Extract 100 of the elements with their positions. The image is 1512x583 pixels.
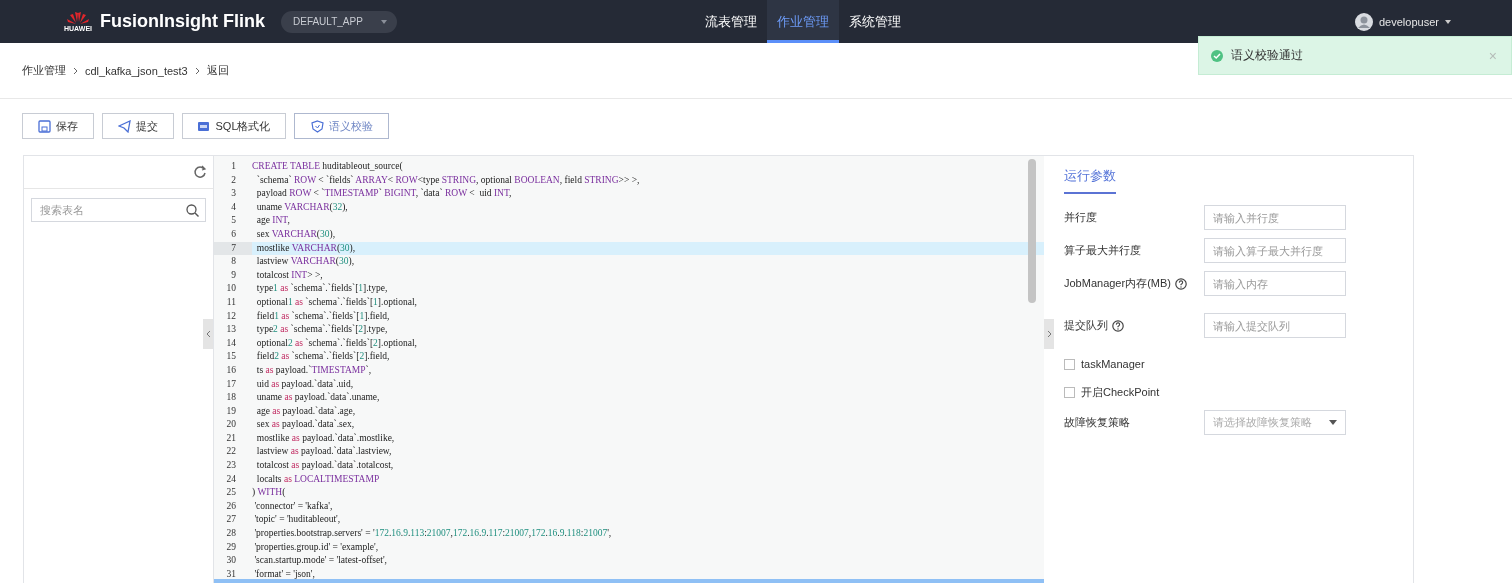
shield-icon bbox=[310, 119, 324, 133]
code-line: age as payload.`data`.age, bbox=[255, 404, 356, 418]
line-number: 29 bbox=[225, 540, 237, 554]
line-number: 12 bbox=[225, 309, 237, 323]
code-line: 'format' = 'json', bbox=[253, 567, 315, 581]
line-number: 17 bbox=[225, 377, 237, 391]
line-number: 24 bbox=[225, 472, 237, 486]
line-number: 19 bbox=[225, 404, 237, 418]
line-number: 22 bbox=[225, 445, 237, 459]
field-label: 提交队列 bbox=[1064, 318, 1108, 333]
code-line: lastview as payload.`data`.lastview, bbox=[255, 445, 392, 459]
caret-icon bbox=[1329, 420, 1337, 425]
field-label: 并行度 bbox=[1064, 210, 1097, 225]
code-line: age INT, bbox=[255, 214, 290, 228]
line-number: 14 bbox=[225, 336, 237, 350]
checkbox[interactable] bbox=[1064, 386, 1075, 398]
code-line: mostlike as payload.`data`.mostlike, bbox=[255, 431, 395, 445]
code-line: localts as LOCALTIMESTAMP bbox=[255, 472, 380, 486]
collapse-handle[interactable] bbox=[1044, 319, 1054, 349]
line-number: 1 bbox=[230, 160, 237, 173]
caret-icon bbox=[380, 19, 387, 24]
code-line: optional2 as `schema`.`fields`[2].optional, bbox=[255, 336, 417, 350]
line-number: 4 bbox=[230, 200, 237, 214]
code-line: ts as payload.`TIMESTAMP`, bbox=[255, 363, 372, 377]
chevron-icon bbox=[1046, 330, 1052, 338]
breadcrumb-link[interactable]: 作业管理 bbox=[22, 63, 66, 78]
code-line: 'properties.group.id' = 'example', bbox=[253, 540, 379, 554]
line-number: 16 bbox=[225, 363, 237, 377]
line-number: 20 bbox=[225, 418, 237, 432]
line-number: 8 bbox=[230, 255, 237, 269]
line-number: 11 bbox=[225, 295, 237, 309]
code-line: uname as payload.`data`.uname, bbox=[255, 391, 380, 405]
code-line: totalcost INT> >, bbox=[255, 268, 323, 282]
user-menu[interactable]: developuser bbox=[1379, 15, 1439, 28]
checkbox[interactable] bbox=[1064, 358, 1075, 370]
code-line: uid as payload.`data`.uid, bbox=[255, 377, 354, 391]
chevron-icon bbox=[205, 330, 211, 338]
line-number: 25 bbox=[225, 486, 237, 500]
help-icon[interactable] bbox=[1175, 277, 1187, 290]
input-field[interactable]: 请输入算子最大并行度 bbox=[1204, 238, 1346, 263]
line-number: 10 bbox=[225, 282, 237, 296]
line-number: 3 bbox=[230, 187, 237, 201]
line-number: 30 bbox=[225, 554, 237, 568]
nav-tab[interactable]: 系统管理 bbox=[839, 0, 911, 43]
toolbar-button[interactable]: 保存 bbox=[22, 113, 94, 139]
collapse-handle[interactable] bbox=[203, 319, 213, 349]
app-selector[interactable]: DEFAULT_APP bbox=[281, 10, 397, 33]
code-line: lastview VARCHAR(30), bbox=[255, 255, 355, 269]
field-label: JobManager内存(MB) bbox=[1064, 276, 1171, 291]
refresh-icon[interactable] bbox=[193, 165, 207, 179]
line-number: 21 bbox=[225, 431, 237, 445]
toolbar-button[interactable]: SQL格式化 bbox=[182, 113, 286, 139]
chevron-icon bbox=[73, 66, 78, 75]
field-label: 故障恢复策略 bbox=[1064, 415, 1130, 430]
code-line: field1 as `schema`.`fields`[1].field, bbox=[255, 309, 390, 323]
code-line: payload ROW < `TIMESTAMP` BIGINT, `data` ROW < uid INT, bbox=[255, 187, 512, 201]
code-line: 'topic' = 'huditableout', bbox=[253, 513, 341, 527]
check-icon bbox=[1211, 49, 1223, 62]
chevron-icon bbox=[194, 66, 200, 75]
line-number: 9 bbox=[230, 268, 237, 282]
line-number: 28 bbox=[225, 527, 237, 541]
line-number: 27 bbox=[225, 513, 237, 527]
search-field[interactable]: 搜索表名 bbox=[31, 198, 206, 222]
field-label: 算子最大并行度 bbox=[1064, 243, 1141, 258]
nav-tab[interactable]: 作业管理 bbox=[767, 0, 839, 43]
breadcrumb-link[interactable]: cdl_kafka_json_test3 bbox=[85, 64, 188, 77]
line-number: 7 bbox=[214, 241, 252, 256]
line-number: 5 bbox=[230, 214, 237, 228]
line-number: 6 bbox=[230, 227, 237, 241]
line-number: 13 bbox=[225, 323, 237, 337]
send-icon bbox=[118, 119, 131, 133]
params-tab[interactable]: 运行参数 bbox=[1064, 156, 1116, 194]
code-line: `schema` ROW < `fields` ARRAY< ROW<type STRING, optional BOOLEAN, field STRING>> >, bbox=[255, 173, 640, 187]
avatar-icon[interactable] bbox=[1355, 12, 1373, 31]
toast-message: 语义校验通过 bbox=[1231, 47, 1304, 64]
toolbar-button[interactable]: 提交 bbox=[102, 113, 174, 139]
logo-icon bbox=[66, 10, 90, 25]
code-line: 'properties.bootstrap.servers' = '172.16.9.113:21007,172.16.9.117:21007,172.16.9.118:21007', bbox=[253, 527, 612, 541]
scrollbar[interactable] bbox=[1028, 159, 1036, 303]
input-field[interactable]: 请输入内存 bbox=[1204, 271, 1346, 296]
input-field[interactable]: 请输入并行度 bbox=[1204, 205, 1346, 230]
code-line: ) WITH( bbox=[252, 486, 286, 500]
code-line: uname VARCHAR(32), bbox=[255, 200, 348, 214]
line-number: 18 bbox=[225, 391, 237, 405]
input-field[interactable]: 请输入提交队列 bbox=[1204, 313, 1346, 338]
toolbar-button[interactable]: 语义校验 bbox=[294, 113, 389, 139]
document-icon bbox=[197, 119, 211, 133]
checkbox-label: 开启CheckPoint bbox=[1081, 384, 1160, 400]
code-line: type1 as `schema`.`fields`[1].type, bbox=[255, 282, 388, 296]
breadcrumb-link[interactable]: 返回 bbox=[206, 63, 229, 78]
code-line: mostlike VARCHAR(30), bbox=[255, 241, 356, 255]
code-line: optional1 as `schema`.`fields`[1].optional, bbox=[255, 295, 417, 309]
caret-icon[interactable] bbox=[1444, 19, 1451, 24]
line-number: 31 bbox=[225, 567, 237, 581]
help-icon[interactable] bbox=[1112, 319, 1124, 332]
line-number: 2 bbox=[230, 173, 237, 187]
save-icon bbox=[38, 119, 51, 133]
code-line: type2 as `schema`.`fields`[2].type, bbox=[255, 323, 388, 337]
nav-tab[interactable]: 流表管理 bbox=[695, 0, 767, 43]
code-line: CREATE TABLE huditableout_source( bbox=[252, 160, 403, 173]
